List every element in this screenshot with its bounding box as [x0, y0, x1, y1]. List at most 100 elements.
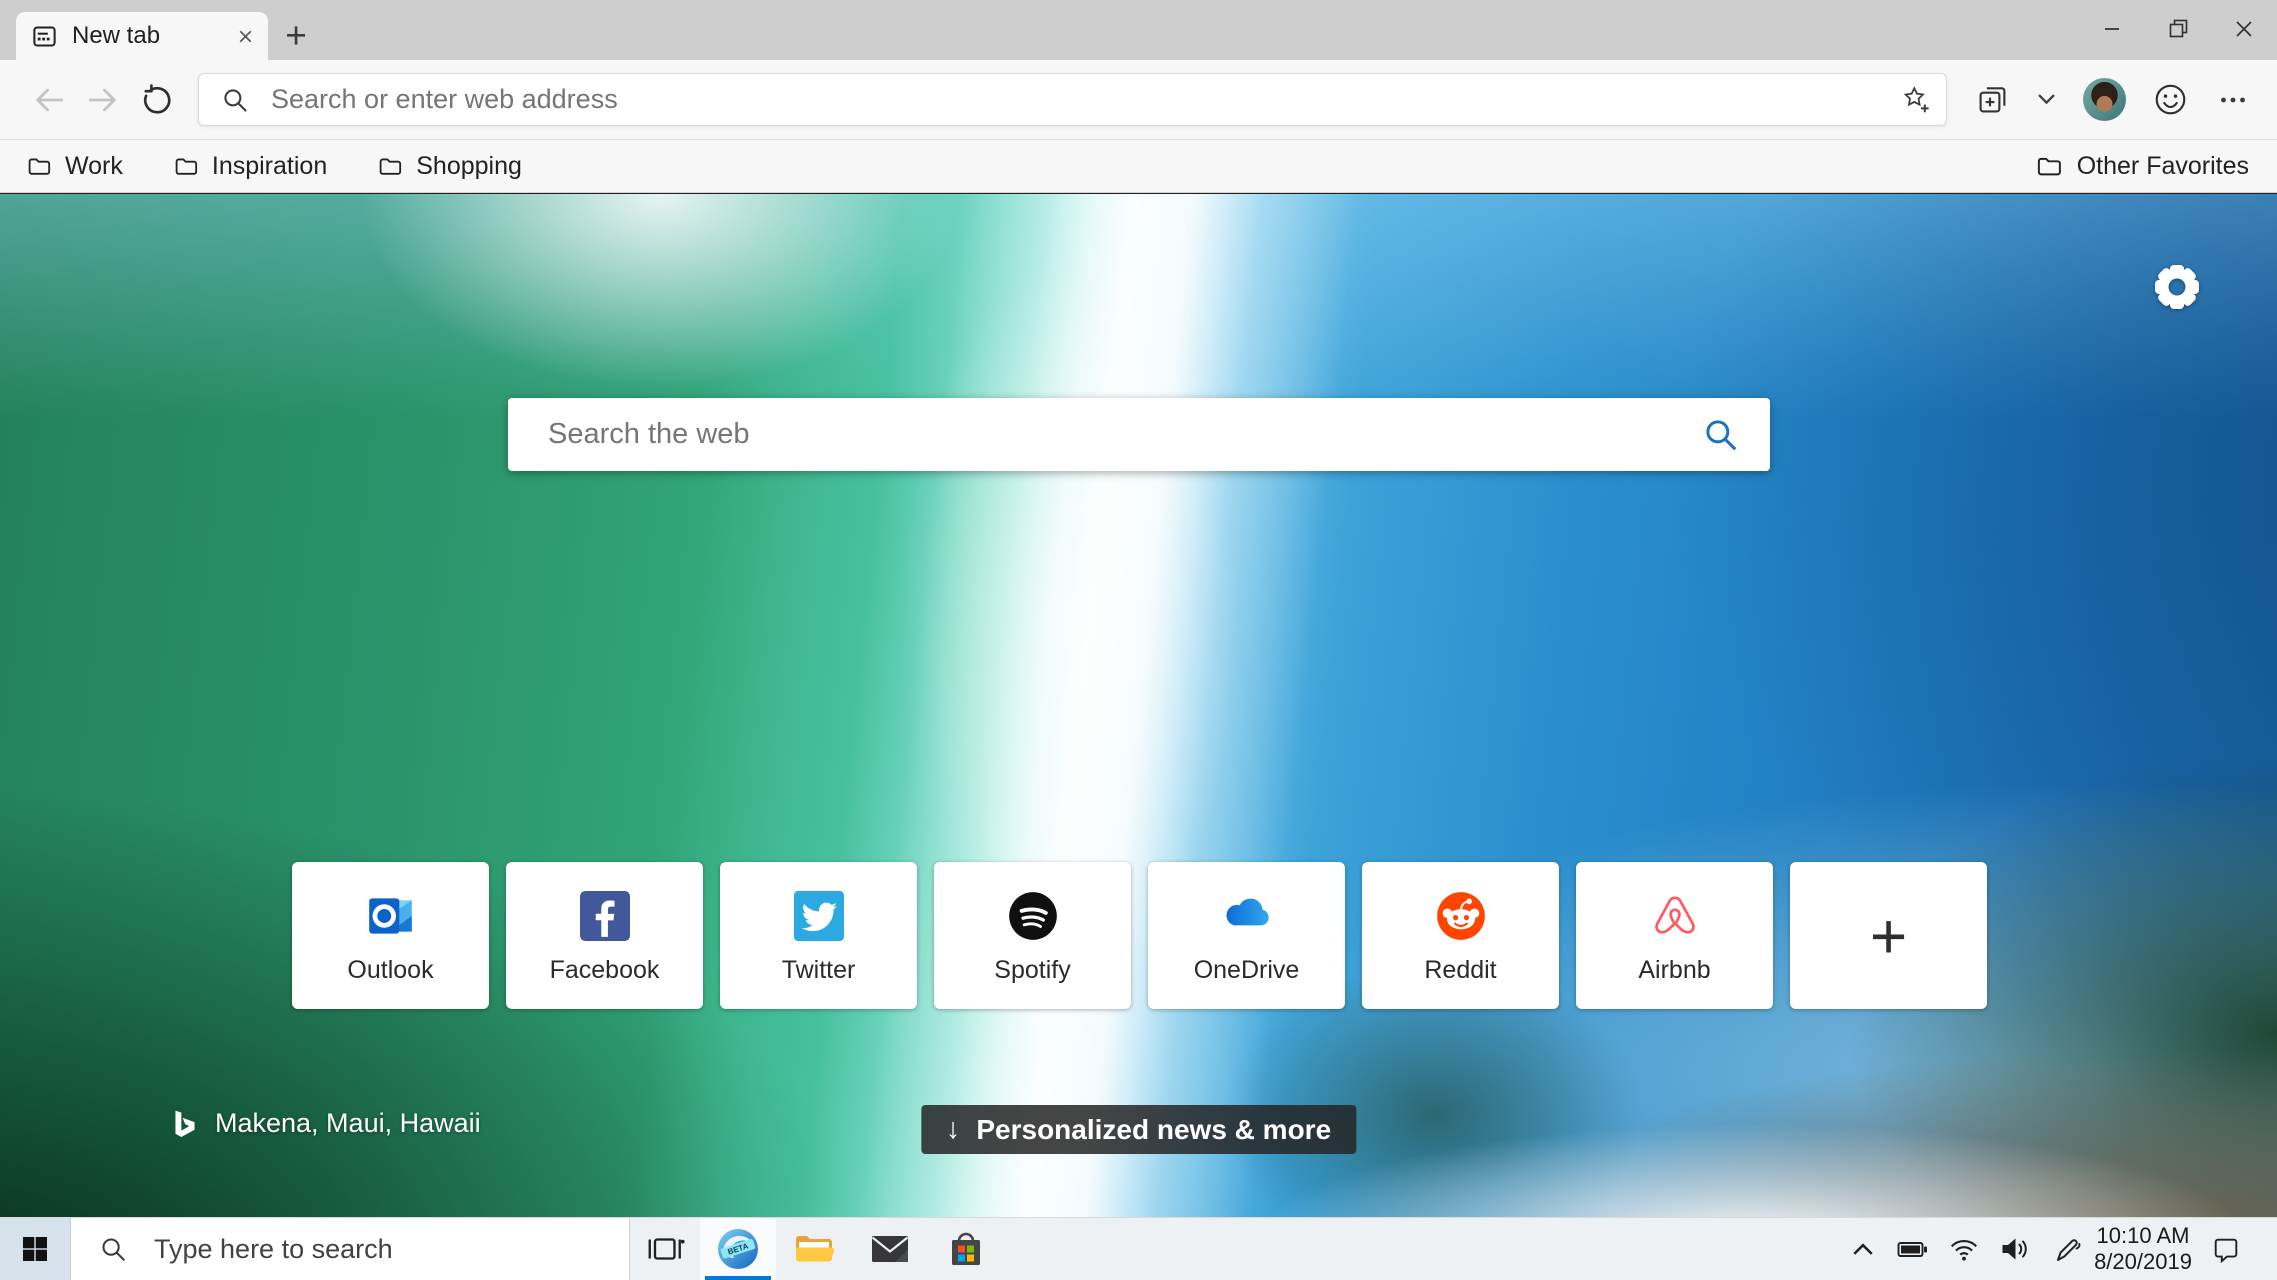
- task-view-button[interactable]: [630, 1218, 700, 1280]
- toolbar-right-cluster: [1975, 78, 2251, 121]
- collections-icon: [1979, 87, 2006, 113]
- favorites-folder-label: Shopping: [416, 151, 522, 180]
- quick-link-reddit[interactable]: Reddit: [1362, 862, 1559, 1009]
- wallpaper-credit[interactable]: Makena, Maui, Hawaii: [172, 1108, 481, 1139]
- microsoft-store-icon: [952, 1232, 980, 1265]
- taskbar-search-input[interactable]: [152, 1232, 536, 1266]
- quick-link-label: Twitter: [781, 956, 856, 984]
- outlook-icon: [364, 889, 418, 943]
- quick-link-outlook[interactable]: Outlook: [292, 862, 489, 1009]
- add-favorite-star-icon[interactable]: [1901, 84, 1932, 115]
- edge-beta-icon: BETA: [718, 1229, 758, 1269]
- favorites-folder-inspiration[interactable]: Inspiration: [173, 152, 327, 181]
- settings-menu-button[interactable]: [2215, 82, 2251, 118]
- chevron-up-icon: [1853, 1243, 1873, 1255]
- reddit-icon: [1434, 889, 1488, 943]
- profile-avatar[interactable]: [2083, 78, 2126, 121]
- quick-link-label: Spotify: [994, 956, 1071, 984]
- system-tray: 10:10 AM 8/20/2019: [1839, 1218, 2277, 1280]
- spotify-icon: [1006, 889, 1060, 943]
- clock-time: 10:10 AM: [2096, 1223, 2190, 1248]
- folder-icon: [28, 158, 51, 175]
- web-search-box[interactable]: [508, 398, 1770, 471]
- tray-volume-button[interactable]: [1989, 1218, 2040, 1280]
- address-input[interactable]: [269, 83, 1901, 116]
- window-minimize-button[interactable]: [2079, 0, 2145, 57]
- taskbar-app-mail[interactable]: [852, 1218, 928, 1280]
- quick-link-facebook[interactable]: Facebook: [506, 862, 703, 1009]
- quick-link-spotify[interactable]: Spotify: [934, 862, 1131, 1009]
- refresh-icon: [143, 83, 171, 114]
- quick-link-onedrive[interactable]: OneDrive: [1148, 862, 1345, 1009]
- window-close-button[interactable]: [2211, 0, 2277, 57]
- taskbar-app-microsoft-store[interactable]: [928, 1218, 1004, 1280]
- back-button[interactable]: [22, 73, 76, 127]
- personalized-news-button[interactable]: ↓ Personalized news & more: [920, 1105, 1357, 1154]
- battery-icon: [1897, 1242, 1927, 1257]
- favorites-bar: Work Inspiration Shopping Other Favorite…: [0, 140, 2277, 193]
- navigation-toolbar: [0, 60, 2277, 140]
- folder-icon: [379, 158, 402, 175]
- web-search-input[interactable]: [546, 417, 1702, 452]
- collections-chevron-icon[interactable]: [2037, 93, 2056, 106]
- forward-icon: [88, 88, 116, 111]
- personalized-news-label: Personalized news & more: [976, 1113, 1332, 1145]
- quick-links-row: Outlook Facebook Twitter Spotify OneDriv…: [292, 862, 1987, 1009]
- file-explorer-icon: [796, 1236, 835, 1262]
- taskbar-clock[interactable]: 10:10 AM 8/20/2019: [2091, 1218, 2195, 1280]
- tab-title: New tab: [72, 22, 161, 49]
- other-favorites[interactable]: Other Favorites: [2035, 152, 2249, 181]
- new-tab-page-icon: [31, 23, 58, 50]
- taskbar-search-icon: [102, 1237, 125, 1261]
- folder-icon: [2037, 157, 2061, 175]
- favorites-folder-shopping[interactable]: Shopping: [377, 152, 522, 181]
- favorites-folder-label: Work: [65, 151, 123, 180]
- speaker-icon: [2002, 1238, 2027, 1260]
- window-restore-button[interactable]: [2145, 0, 2211, 57]
- quick-link-label: Facebook: [549, 956, 660, 984]
- tray-show-hidden-icons-button[interactable]: [1839, 1218, 1887, 1280]
- quick-link-airbnb[interactable]: Airbnb: [1576, 862, 1773, 1009]
- refresh-button[interactable]: [130, 73, 184, 127]
- quick-link-label: Airbnb: [1638, 956, 1711, 984]
- address-search-icon: [221, 86, 249, 114]
- wallpaper-credit-label: Makena, Maui, Hawaii: [215, 1108, 481, 1138]
- tab-bar: New tab +: [0, 0, 2277, 60]
- tray-wifi-button[interactable]: [1938, 1218, 1989, 1280]
- page-settings-button[interactable]: [2154, 264, 2200, 310]
- start-button[interactable]: [0, 1218, 70, 1280]
- web-search-icon[interactable]: [1702, 416, 1740, 454]
- quick-link-twitter[interactable]: Twitter: [720, 862, 917, 1009]
- windows-logo-icon: [23, 1237, 47, 1261]
- back-icon: [36, 88, 64, 111]
- new-tab-button[interactable]: +: [276, 16, 316, 56]
- airbnb-icon: [1648, 889, 1702, 943]
- new-tab-page: Outlook Facebook Twitter Spotify: [0, 194, 2277, 1217]
- twitter-icon: [792, 889, 846, 943]
- taskbar-app-edge-beta[interactable]: BETA: [700, 1218, 776, 1280]
- browser-tab[interactable]: New tab: [16, 12, 268, 60]
- forward-button[interactable]: [76, 73, 130, 127]
- screen: New tab + Search or enter web address Wo…: [0, 0, 2277, 1280]
- pen-icon: [2056, 1239, 2080, 1261]
- tab-close-icon[interactable]: [230, 21, 260, 51]
- task-view-icon: [648, 1238, 685, 1260]
- down-arrow-icon: ↓: [945, 1113, 961, 1145]
- quick-link-label: Reddit: [1424, 956, 1497, 984]
- mail-icon: [871, 1236, 909, 1262]
- tray-battery-button[interactable]: [1887, 1218, 1938, 1280]
- folder-icon: [175, 158, 197, 175]
- feedback-smiley-button[interactable]: [2153, 82, 2188, 117]
- ellipsis-icon: [2221, 97, 2245, 102]
- favorites-folder-work[interactable]: Work: [26, 152, 123, 181]
- tray-pen-button[interactable]: [2040, 1218, 2091, 1280]
- quick-link-label: OneDrive: [1193, 956, 1300, 984]
- collections-button[interactable]: [1975, 82, 2010, 117]
- address-bar[interactable]: [198, 73, 1947, 126]
- taskbar-app-file-explorer[interactable]: [776, 1218, 852, 1280]
- add-shortcut-tile[interactable]: +: [1790, 862, 1987, 1009]
- action-center-icon: [2214, 1238, 2238, 1264]
- taskbar-search-box[interactable]: [70, 1218, 630, 1280]
- action-center-button[interactable]: [2195, 1218, 2257, 1280]
- favorites-folder-label: Inspiration: [211, 151, 328, 180]
